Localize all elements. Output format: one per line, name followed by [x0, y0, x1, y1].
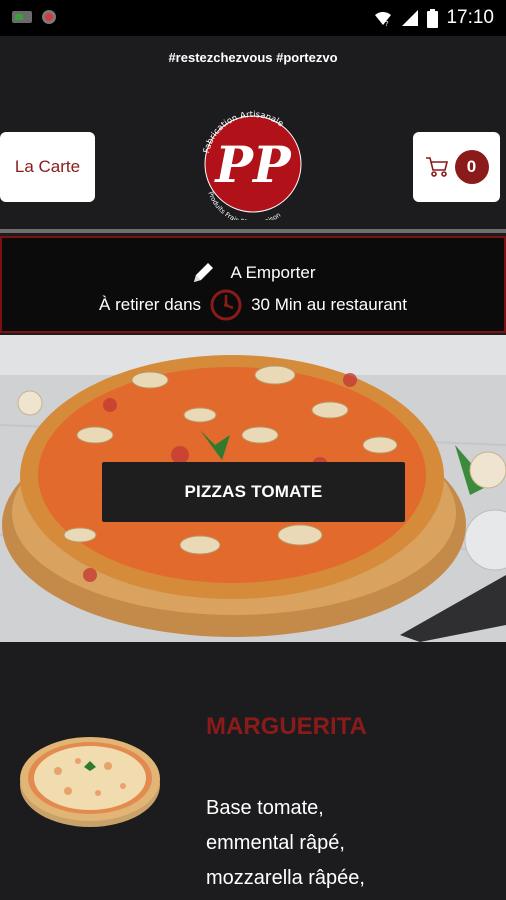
- wifi-icon: ?: [375, 11, 392, 27]
- app-notification-icon-2: [42, 10, 56, 24]
- margherita-pizza-image: [20, 737, 160, 827]
- status-bar: ? 17:10: [0, 0, 506, 36]
- clock-icon: [210, 289, 242, 321]
- cart-icon: [425, 157, 448, 177]
- notification-icons: [12, 10, 56, 24]
- header-divider: [0, 229, 506, 233]
- order-mode: A Emporter: [230, 263, 316, 282]
- clock: 17:10: [446, 7, 494, 28]
- battery-icon: [427, 8, 439, 28]
- hashtag-banner: #restezchezvous #portezvo: [168, 50, 338, 65]
- pickup-suffix: 30 Min au restaurant: [251, 295, 407, 314]
- signal-icon: [402, 10, 419, 26]
- pencil-icon: [194, 263, 214, 282]
- product-description: Base tomate, emmental râpé, mozzarella r…: [206, 797, 365, 889]
- system-icons: ? 17:10: [373, 7, 494, 29]
- logo-initials: PP: [213, 135, 292, 194]
- cart-count-badge: 0: [454, 150, 489, 184]
- svg-text:?: ?: [385, 20, 389, 27]
- product-name: MARGUERITA: [206, 713, 367, 740]
- menu-button[interactable]: La Carte: [0, 132, 95, 202]
- order-info-box[interactable]: A Emporter À retirer dans 30 Min au rest…: [0, 236, 506, 333]
- cart-button[interactable]: 0: [413, 132, 500, 202]
- category-button[interactable]: PIZZAS TOMATE: [102, 462, 405, 522]
- pickup-prefix: À retirer dans: [99, 295, 202, 314]
- product-card[interactable]: MARGUERITA Base tomate, emmental râpé, m…: [0, 643, 506, 900]
- category-hero[interactable]: PIZZAS TOMATE: [0, 335, 506, 642]
- restaurant-logo[interactable]: Fabrication Artisanale Produits Frais Pâ…: [196, 100, 310, 227]
- app-notification-icon: [12, 11, 32, 23]
